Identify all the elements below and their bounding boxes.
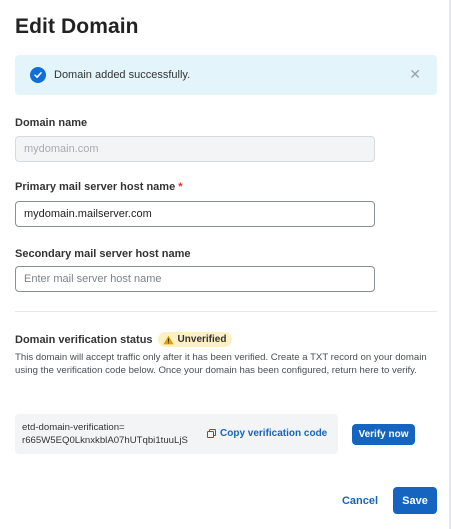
copy-icon xyxy=(207,429,216,438)
alert-message: Domain added successfully. xyxy=(54,69,191,81)
section-divider xyxy=(15,311,437,312)
primary-host-label: Primary mail server host name * xyxy=(15,181,183,193)
warning-icon xyxy=(162,335,174,345)
secondary-host-input[interactable] xyxy=(15,266,375,292)
verification-code-line-1: etd-domain-verification= xyxy=(22,422,125,433)
verification-status-label: Domain verification status xyxy=(15,333,153,346)
verification-status-row: Domain verification status Unverified xyxy=(15,332,233,347)
primary-host-input[interactable] xyxy=(15,201,375,227)
required-mark: * xyxy=(178,181,183,193)
check-circle-icon xyxy=(30,67,46,83)
save-button[interactable]: Save xyxy=(393,487,437,514)
copy-verification-code-link[interactable]: Copy verification code xyxy=(207,428,327,439)
verification-code: etd-domain-verification= r665W5EQ0Lknxkb… xyxy=(22,421,188,447)
verification-code-box: etd-domain-verification= r665W5EQ0Lknxkb… xyxy=(15,414,338,454)
secondary-host-label: Secondary mail server host name xyxy=(15,248,191,260)
primary-host-label-text: Primary mail server host name xyxy=(15,181,176,193)
domain-name-label: Domain name xyxy=(15,117,88,129)
verify-now-button[interactable]: Verify now xyxy=(352,424,415,445)
verification-code-line-2: r665W5EQ0LknxkblA07hUTqbi1tuuLjS xyxy=(22,435,188,446)
verification-description: This domain will accept traffic only aft… xyxy=(15,352,427,376)
cancel-button[interactable]: Cancel xyxy=(336,490,384,511)
status-badge-text: Unverified xyxy=(177,334,227,345)
success-alert: Domain added successfully. ✕ xyxy=(15,55,437,95)
status-badge: Unverified xyxy=(157,332,233,347)
page-title: Edit Domain xyxy=(15,15,139,38)
copy-verification-code-label: Copy verification code xyxy=(220,428,328,439)
close-icon[interactable]: ✕ xyxy=(409,67,421,81)
domain-name-input xyxy=(15,136,375,162)
